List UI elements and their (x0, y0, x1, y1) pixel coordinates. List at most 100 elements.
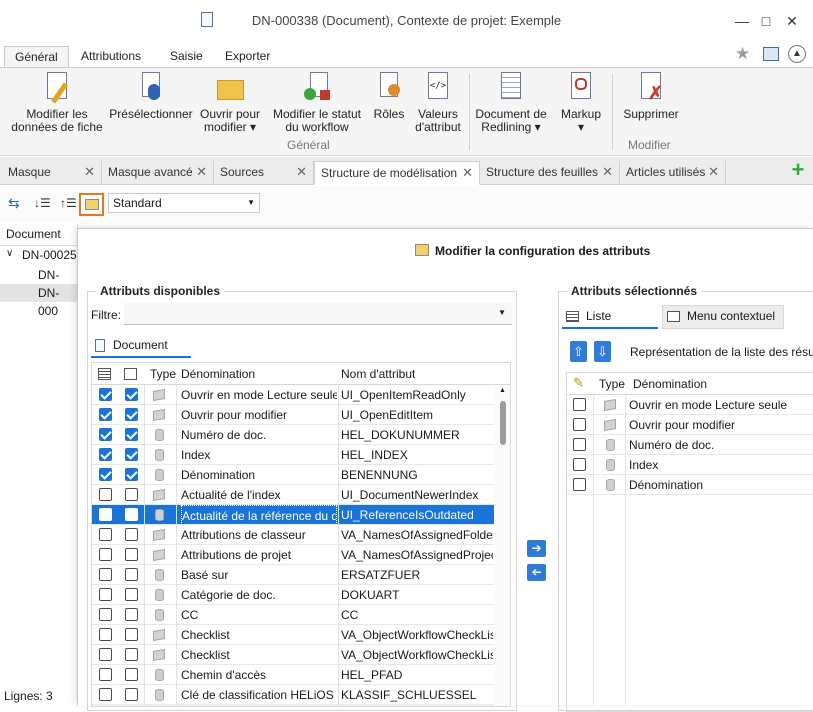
list-checkbox[interactable] (99, 468, 112, 481)
tab-masque-avance[interactable]: Masque avancé ✕ (102, 161, 214, 185)
tab-articles-utilises[interactable]: Articles utilisés ✕ (620, 161, 726, 185)
close-tab-icon[interactable]: ✕ (462, 162, 473, 184)
scroll-up-icon[interactable]: ▲ (499, 387, 506, 394)
grid-scrollbar[interactable]: ▲ (495, 385, 510, 706)
context-checkbox[interactable] (125, 508, 138, 521)
close-tab-icon[interactable]: ✕ (708, 161, 719, 183)
filter-input[interactable]: ▼ (124, 303, 512, 325)
maximize-icon[interactable]: □ (755, 10, 777, 32)
context-checkbox[interactable] (125, 688, 138, 701)
tab-menu-contextuel[interactable]: Menu contextuel (662, 305, 784, 329)
close-tab-icon[interactable]: ✕ (296, 161, 307, 183)
context-checkbox[interactable] (125, 488, 138, 501)
column-name[interactable]: Dénomination (633, 374, 707, 394)
expand-chevron-icon[interactable]: ∨ (6, 248, 13, 259)
table-row[interactable]: Attributions de classeur VA_NamesOfAssign… (92, 525, 494, 545)
table-row[interactable]: Actualité de la référence du d UI_Referen… (92, 505, 494, 525)
configure-attributes-icon[interactable] (79, 193, 104, 216)
tab-masque[interactable]: Masque ✕ (2, 161, 102, 185)
window-layout-icon[interactable] (763, 47, 779, 61)
context-checkbox[interactable] (125, 548, 138, 561)
table-row[interactable]: Checklist VA_ObjectWorkflowCheckList (92, 625, 494, 645)
attribute-values-button[interactable]: </> Valeurs d'attribut (410, 72, 466, 134)
table-row[interactable]: Numéro de doc. (567, 435, 813, 455)
table-row[interactable]: Catégorie de doc. DOKUART (92, 585, 494, 605)
table-row[interactable]: CC CC (92, 605, 494, 625)
list-checkbox[interactable] (99, 548, 112, 561)
tab-structure-feuilles[interactable]: Structure des feuilles ✕ (480, 161, 620, 185)
context-checkbox[interactable] (125, 588, 138, 601)
expand-tree-icon[interactable]: ↓☰ (34, 196, 52, 212)
context-checkbox[interactable] (125, 468, 138, 481)
list-checkbox[interactable] (99, 428, 112, 441)
table-row[interactable]: Index (567, 455, 813, 475)
remove-attribute-button[interactable]: ➔ (527, 564, 546, 581)
row-checkbox[interactable] (573, 438, 586, 451)
preselect-button[interactable]: Présélectionner (108, 72, 194, 121)
table-row[interactable]: Clé de classification HELiOS 2 KLASSIF_SC… (92, 685, 494, 705)
list-checkbox[interactable] (99, 568, 112, 581)
list-checkbox[interactable] (99, 448, 112, 461)
list-checkbox[interactable] (99, 408, 112, 421)
column-attr[interactable]: Nom d'attribut (341, 364, 415, 384)
ribbon-tab-exporter[interactable]: Exporter (215, 46, 280, 68)
table-row[interactable]: Numéro de doc. HEL_DOKUNUMMER (92, 425, 494, 445)
list-checkbox[interactable] (99, 648, 112, 661)
list-checkbox[interactable] (99, 608, 112, 621)
context-checkbox[interactable] (125, 408, 138, 421)
context-checkbox[interactable] (125, 568, 138, 581)
context-checkbox[interactable] (125, 648, 138, 661)
star-icon[interactable]: ★ (735, 44, 750, 64)
list-checkbox[interactable] (99, 488, 112, 501)
edit-sheet-data-button[interactable]: Modifier les données de fiche (8, 72, 106, 134)
column-name[interactable]: Dénomination (181, 364, 255, 384)
list-checkbox[interactable] (99, 388, 112, 401)
ribbon-tab-attributions[interactable]: Attributions (71, 46, 151, 68)
tree-item[interactable]: DN-00025 (22, 248, 77, 262)
list-checkbox[interactable] (99, 528, 112, 541)
row-checkbox[interactable] (573, 478, 586, 491)
tab-liste[interactable]: Liste (562, 305, 658, 329)
table-row[interactable]: Ouvrir pour modifier UI_OpenEditItem (92, 405, 494, 425)
table-row[interactable]: Ouvrir en mode Lecture seule UI_OpenItemR… (92, 385, 494, 405)
column-type[interactable]: Type (599, 374, 625, 394)
list-checkbox[interactable] (99, 588, 112, 601)
row-checkbox[interactable] (573, 418, 586, 431)
delete-button[interactable]: ✗ Supprimer (618, 72, 684, 121)
roles-button[interactable]: Rôles (370, 72, 408, 121)
column-type[interactable]: Type (150, 364, 176, 384)
add-attribute-button[interactable]: ➔ (527, 540, 546, 557)
table-row[interactable]: Dénomination (567, 475, 813, 495)
close-icon[interactable]: ✕ (781, 10, 803, 32)
list-checkbox[interactable] (99, 688, 112, 701)
close-tab-icon[interactable]: ✕ (602, 161, 613, 183)
context-checkbox[interactable] (125, 628, 138, 641)
view-dropdown[interactable]: Standard ▼ (108, 193, 260, 213)
table-row[interactable]: Checklist VA_ObjectWorkflowCheckList (92, 645, 494, 665)
scroll-thumb[interactable] (500, 401, 506, 445)
refresh-icon[interactable]: ⇆ (8, 196, 26, 212)
close-tab-icon[interactable]: ✕ (196, 161, 207, 183)
list-checkbox[interactable] (99, 628, 112, 641)
list-checkbox[interactable] (99, 508, 112, 521)
markup-button[interactable]: Markup ▾ (556, 72, 606, 134)
move-down-button[interactable]: ⇩ (594, 341, 611, 362)
row-checkbox[interactable] (573, 458, 586, 471)
tab-sources[interactable]: Sources ✕ (214, 161, 314, 185)
table-row[interactable]: Dénomination BENENNUNG (92, 465, 494, 485)
ribbon-tab-general[interactable]: Général (4, 46, 69, 68)
list-checkbox[interactable] (99, 668, 112, 681)
collapse-tree-icon[interactable]: ↑☰ (60, 196, 78, 212)
table-row[interactable]: Ouvrir pour modifier (567, 415, 813, 435)
row-checkbox[interactable] (573, 398, 586, 411)
add-tab-icon[interactable]: + (788, 159, 808, 181)
close-tab-icon[interactable]: ✕ (84, 161, 95, 183)
move-up-button[interactable]: ⇧ (570, 341, 587, 362)
table-row[interactable]: Basé sur ERSATZFUER (92, 565, 494, 585)
filter-dropdown-icon[interactable]: ▼ (498, 308, 506, 317)
context-checkbox[interactable] (125, 428, 138, 441)
minimize-icon[interactable]: — (731, 10, 753, 32)
context-checkbox[interactable] (125, 668, 138, 681)
context-checkbox[interactable] (125, 448, 138, 461)
collapse-ribbon-icon[interactable]: ▲ (788, 45, 806, 63)
